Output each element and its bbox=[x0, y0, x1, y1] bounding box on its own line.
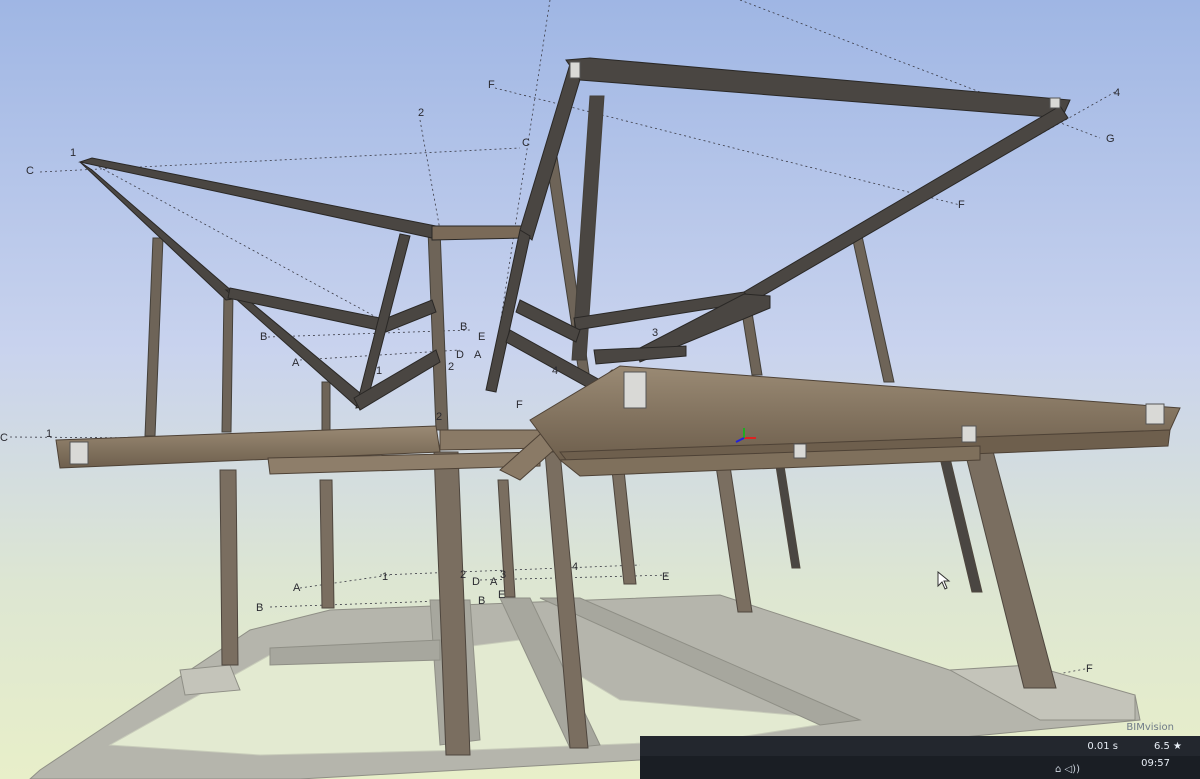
grid-label: 1 bbox=[382, 571, 388, 583]
grid-label: A bbox=[474, 349, 482, 361]
render-time-readout: 0.01 s bbox=[1087, 741, 1118, 752]
grid-label: 1 bbox=[46, 428, 52, 440]
grid-label: 2 bbox=[460, 569, 466, 581]
grid-label: 2 bbox=[448, 361, 454, 373]
grid-label: E bbox=[662, 571, 669, 583]
system-tray-icons[interactable]: ⌂ ◁)) bbox=[1055, 764, 1080, 775]
grid-label: 3 bbox=[652, 327, 658, 339]
taskbar-clock[interactable]: 09:57 bbox=[1141, 758, 1170, 769]
grid-label: D bbox=[456, 349, 464, 361]
grid-label: G bbox=[1106, 133, 1115, 145]
grid-label: 2 bbox=[436, 411, 442, 423]
grid-label: B bbox=[260, 331, 267, 343]
grid-label: B bbox=[478, 595, 485, 607]
fps-readout: 6.5 ★ bbox=[1153, 741, 1182, 752]
grid-label: C bbox=[26, 165, 34, 177]
grid-label: E bbox=[498, 589, 505, 601]
mouse-cursor-icon bbox=[937, 571, 951, 590]
grid-label: 1 bbox=[70, 147, 76, 159]
app-watermark: BIMvision bbox=[1126, 722, 1174, 733]
3d-viewport[interactable]: C 1 2 C F 4 G F B B E 3 A 1 2 D A 4 F 2 … bbox=[0, 0, 1200, 779]
grid-label: F bbox=[958, 199, 965, 211]
status-bar: 0.01 s 6.5 ★ ⌂ ◁)) 09:57 bbox=[640, 736, 1200, 779]
grid-label: C bbox=[0, 432, 8, 444]
grid-label: 2 bbox=[418, 107, 424, 119]
grid-label: D bbox=[472, 576, 480, 588]
grid-label: F bbox=[516, 399, 523, 411]
grid-label: A bbox=[490, 576, 498, 588]
grid-label: F bbox=[1086, 663, 1093, 675]
grid-label: 4 bbox=[552, 365, 558, 377]
grid-label: B bbox=[256, 602, 263, 614]
grid-label: B bbox=[460, 321, 467, 333]
grid-label: A bbox=[292, 357, 300, 369]
grid-label: F bbox=[488, 79, 495, 91]
grid-label: A bbox=[293, 582, 301, 594]
grid-label: E bbox=[478, 331, 485, 343]
grid-label: C bbox=[522, 137, 530, 149]
grid-label: 4 bbox=[1114, 87, 1120, 99]
grid-label: 1 bbox=[376, 365, 382, 377]
grid-label: 4 bbox=[572, 561, 578, 573]
grid-label: 3 bbox=[500, 569, 506, 581]
